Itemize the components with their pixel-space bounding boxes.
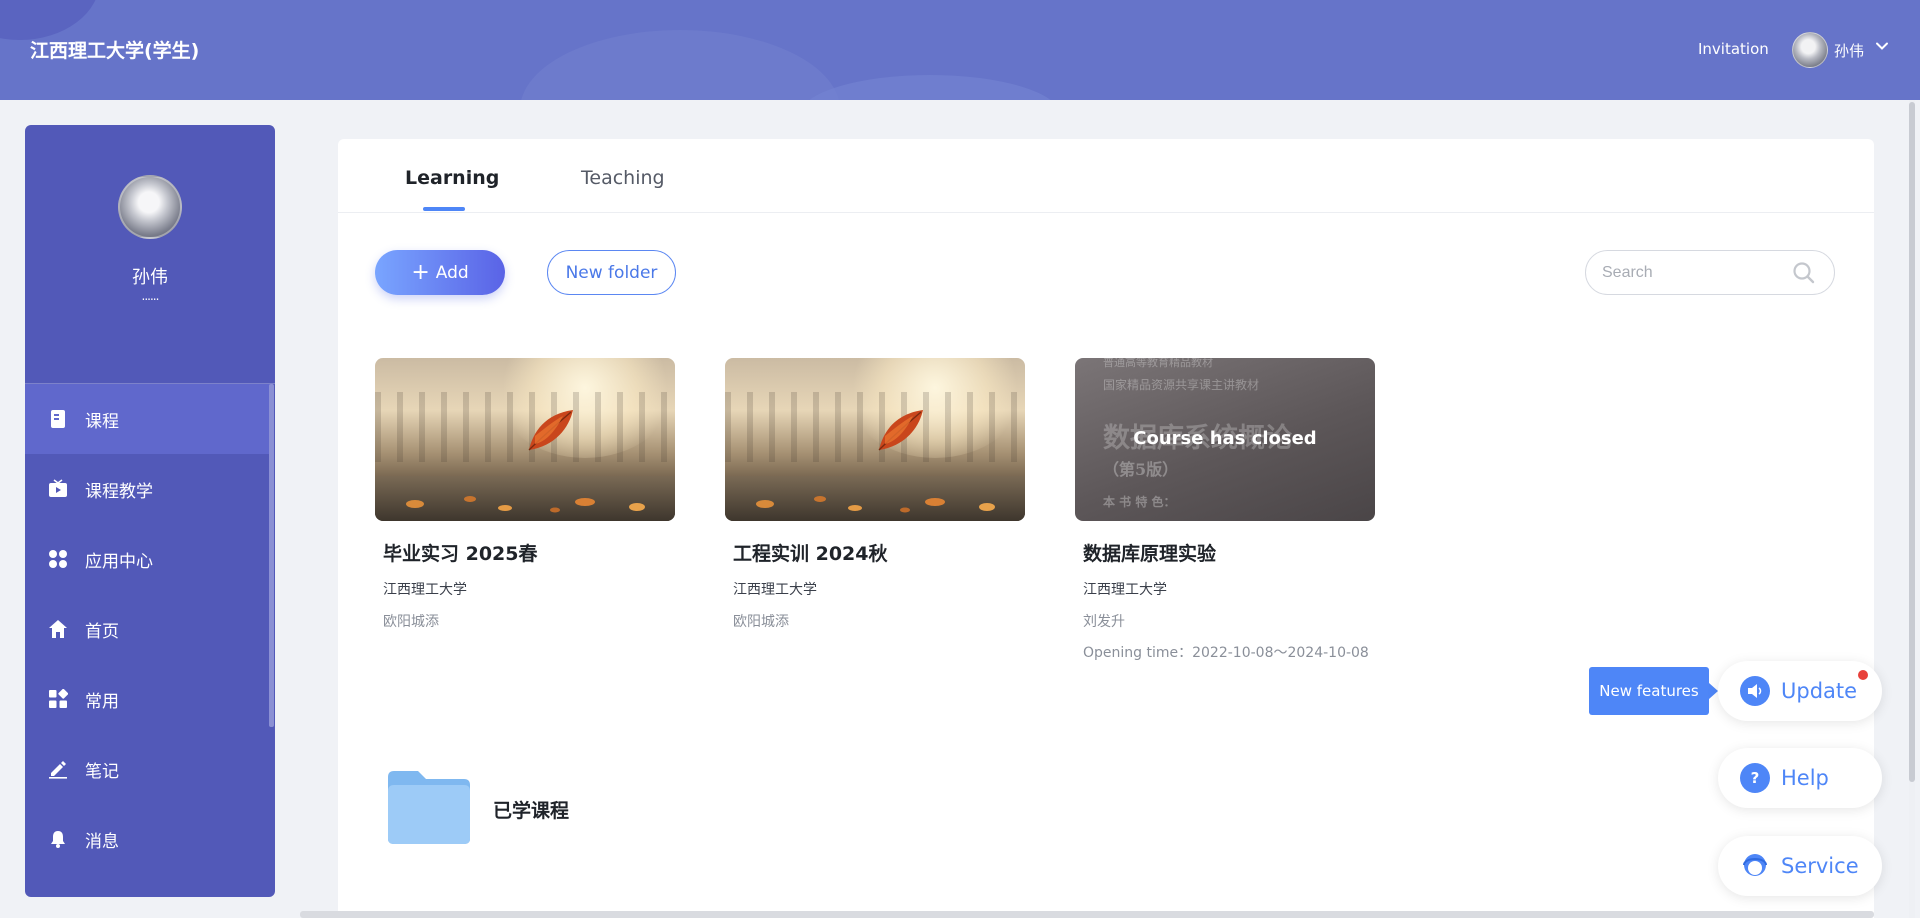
sidebar-item-frequent[interactable]: 常用 (25, 664, 270, 734)
sidebar-item-label: 课程 (85, 411, 119, 432)
grid-plus-icon (47, 688, 69, 710)
header-decoration (0, 0, 100, 40)
chevron-down-icon[interactable] (1874, 38, 1890, 54)
new-folder-button[interactable]: New folder (547, 250, 676, 295)
course-title[interactable]: 数据库原理实验 (1075, 539, 1375, 566)
bell-icon (47, 828, 69, 850)
course-card[interactable]: 毕业实习 2025春 江西理工大学 欧阳城添 (375, 358, 675, 631)
sidebar-item-label: 笔记 (85, 761, 119, 782)
cover-leaves (406, 496, 645, 513)
course-title[interactable]: 毕业实习 2025春 (375, 539, 675, 566)
course-cover-image[interactable] (725, 358, 1025, 521)
cover-text: 本 书 特 色： (1103, 495, 1176, 509)
sidebar-user-name: 孙伟 (132, 267, 168, 288)
course-school: 江西理工大学 (733, 582, 817, 598)
top-header: 江西理工大学(学生) Invitation 孙伟 (0, 0, 1920, 100)
course-teacher: 欧阳城添 (733, 614, 789, 630)
cover-text: 普通高等教育精品教材 (1103, 358, 1213, 369)
horizontal-scrollbar[interactable] (300, 911, 1874, 918)
tab-bar: Learning Teaching (338, 139, 1874, 213)
sidebar-item-label: 消息 (85, 831, 119, 852)
sidebar-item-label: 课程教学 (85, 481, 153, 502)
help-label: Help (1781, 766, 1829, 790)
question-icon: ? (1740, 763, 1770, 793)
main-panel: Learning Teaching + Add New folder Searc… (338, 139, 1874, 918)
service-label: Service (1781, 854, 1859, 878)
course-closed-label: Course has closed (1133, 428, 1317, 449)
cover-text: 国家精品资源共享课主讲教材 (1103, 378, 1260, 392)
customer-service-icon (1740, 851, 1770, 881)
speaker-icon (1740, 676, 1770, 706)
sidebar-item-label: 应用中心 (85, 551, 153, 572)
update-button[interactable]: Update (1718, 661, 1882, 721)
sidebar-user-sub: ...... (141, 289, 160, 303)
cover-leaves (756, 496, 995, 513)
update-label: Update (1781, 679, 1858, 703)
sidebar-item-notes[interactable]: 笔记 (25, 734, 270, 804)
tab-teaching[interactable]: Teaching (581, 167, 665, 189)
sidebar: 孙伟 ...... 课程 课程教学 应用中心 首页 常用 笔记 消息 (25, 125, 275, 897)
video-play-icon (47, 478, 69, 500)
course-teacher: 欧阳城添 (383, 614, 439, 630)
service-button[interactable]: Service (1718, 836, 1882, 896)
vertical-scrollbar[interactable] (1909, 100, 1915, 918)
home-icon (47, 618, 69, 640)
folder-icon[interactable] (384, 769, 474, 845)
folder-label[interactable]: 已学课程 (493, 796, 569, 823)
header-user-name[interactable]: 孙伟 (1834, 40, 1864, 61)
sidebar-item-label: 首页 (85, 621, 119, 642)
tab-active-indicator (423, 207, 465, 211)
header-decoration (800, 75, 1060, 100)
course-school: 江西理工大学 (383, 582, 467, 598)
sidebar-item-app-center[interactable]: 应用中心 (25, 524, 270, 594)
scrollbar-thumb[interactable] (1909, 102, 1915, 782)
sidebar-item-messages[interactable]: 消息 (25, 804, 270, 874)
add-button[interactable]: + Add (375, 250, 505, 295)
apps-icon (47, 548, 69, 570)
sidebar-avatar[interactable] (118, 175, 182, 239)
sidebar-scrollbar[interactable] (269, 384, 274, 727)
new-features-tooltip[interactable]: New features (1589, 667, 1718, 715)
search-input[interactable] (1602, 261, 1792, 285)
header-decoration (520, 30, 840, 100)
book-icon (47, 408, 69, 430)
sidebar-item-courses[interactable]: 课程 (25, 384, 270, 454)
edit-note-icon (47, 758, 69, 780)
sidebar-menu: 课程 课程教学 应用中心 首页 常用 笔记 消息 (25, 384, 270, 874)
cover-text: （第5版） (1103, 460, 1179, 479)
course-school: 江西理工大学 (1083, 582, 1167, 598)
autumn-leaf-icon (528, 410, 573, 451)
course-card[interactable]: 普通高等教育精品教材 国家精品资源共享课主讲教材 数据库系统概论 （第5版） 本… (1075, 358, 1375, 662)
course-opening-time: Opening time：2022-10-08～2024-10-08 (1083, 645, 1369, 661)
plus-icon: + (411, 259, 430, 285)
sidebar-item-label: 常用 (85, 691, 119, 712)
course-teacher: 刘发升 (1083, 614, 1125, 630)
add-button-label: Add (435, 262, 469, 283)
help-button[interactable]: ? Help (1718, 748, 1882, 808)
notification-dot (1858, 670, 1868, 680)
course-cover-image[interactable]: 普通高等教育精品教材 国家精品资源共享课主讲教材 数据库系统概论 （第5版） 本… (1075, 358, 1375, 521)
search-icon[interactable] (1792, 261, 1816, 285)
course-cover-image[interactable] (375, 358, 675, 521)
autumn-leaf-icon (878, 410, 923, 451)
course-title[interactable]: 工程实训 2024秋 (725, 539, 1025, 566)
header-avatar[interactable] (1792, 32, 1828, 68)
course-card[interactable]: 工程实训 2024秋 江西理工大学 欧阳城添 (725, 358, 1025, 631)
sidebar-item-home[interactable]: 首页 (25, 594, 270, 664)
sidebar-item-course-teaching[interactable]: 课程教学 (25, 454, 270, 524)
svg-text:?: ? (1751, 769, 1760, 787)
invitation-link[interactable]: Invitation (1698, 40, 1769, 58)
tab-learning[interactable]: Learning (405, 167, 499, 189)
app-title: 江西理工大学(学生) (30, 40, 200, 62)
